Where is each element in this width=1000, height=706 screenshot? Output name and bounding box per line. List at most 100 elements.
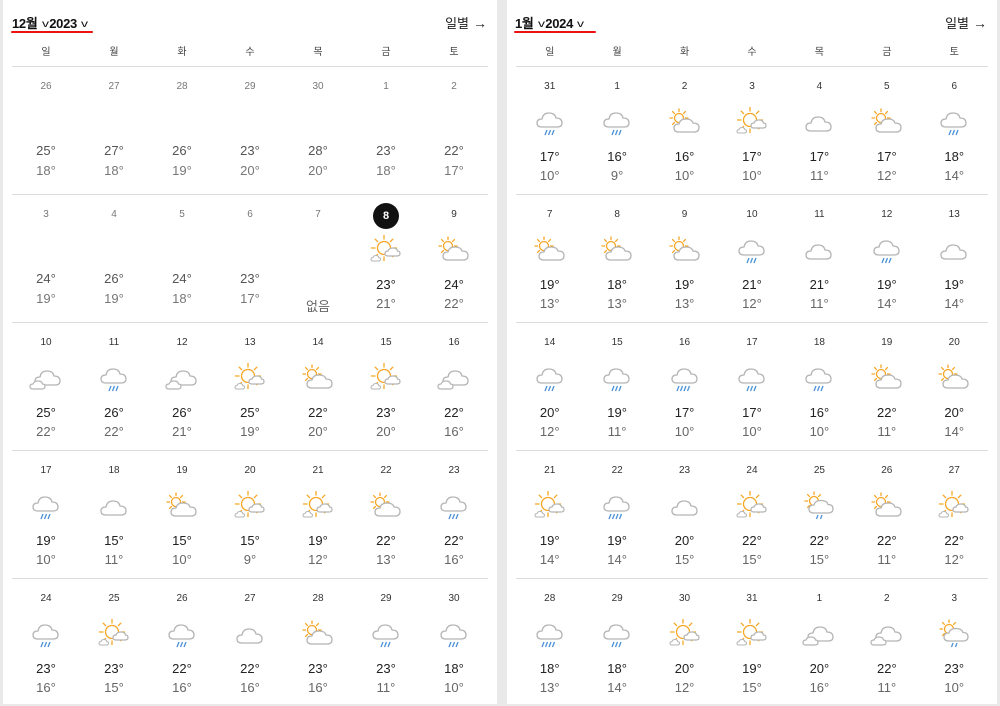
month-year-selector[interactable]: 12월 v2023 v xyxy=(12,13,89,32)
calendar-day-cell[interactable]: 20 15° 9° xyxy=(216,451,284,578)
calendar-day-cell[interactable]: 29 23° 20° xyxy=(216,67,284,194)
calendar-day-cell[interactable]: 4 17° 11° xyxy=(786,67,853,194)
calendar-day-cell[interactable]: 11 26° 22° xyxy=(80,323,148,450)
calendar-day-cell[interactable]: 5 17° 12° xyxy=(853,67,920,194)
calendar-day-cell[interactable]: 15 19° 11° xyxy=(583,323,650,450)
calendar-day-cell[interactable]: 26 22° 16° xyxy=(148,579,216,706)
calendar-day-cell[interactable]: 30 18° 10° xyxy=(420,579,488,706)
sun-behind-cloud-icon xyxy=(870,107,904,137)
calendar-day-cell[interactable]: 27 22° 12° xyxy=(921,451,988,578)
calendar-day-cell[interactable]: 29 23° 11° xyxy=(352,579,420,706)
calendar-day-cell[interactable]: 3 17° 10° xyxy=(718,67,785,194)
calendar-day-cell[interactable]: 31 19° 15° xyxy=(718,579,785,706)
calendar-day-cell[interactable]: 7 없음 xyxy=(284,195,352,322)
low-temp: 10° xyxy=(742,424,762,439)
low-temp: 22° xyxy=(444,296,464,311)
calendar-day-cell[interactable]: 4 26° 19° xyxy=(80,195,148,322)
calendar-day-cell[interactable]: 18 16° 10° xyxy=(786,323,853,450)
calendar-day-cell[interactable]: 28 23° 16° xyxy=(284,579,352,706)
calendar-day-cell[interactable]: 9 19° 13° xyxy=(651,195,718,322)
calendar-day-cell[interactable]: 21 19° 12° xyxy=(284,451,352,578)
calendar-day-cell[interactable]: 1 23° 18° xyxy=(352,67,420,194)
weekday-label: 금 xyxy=(381,47,391,58)
calendar-day-cell[interactable]: 7 19° 13° xyxy=(516,195,583,322)
calendar-day-cell[interactable]: 8 23° 21° xyxy=(352,195,420,322)
calendar-day-cell[interactable]: 30 28° 20° xyxy=(284,67,352,194)
calendar-day-cell[interactable]: 27 22° 16° xyxy=(216,579,284,706)
rain-icon xyxy=(437,491,471,521)
calendar-day-cell[interactable]: 24 22° 15° xyxy=(718,451,785,578)
day-number: 21 xyxy=(312,465,324,476)
day-number: 27 xyxy=(108,81,120,92)
rain-icon xyxy=(735,235,769,265)
low-temp: 21° xyxy=(376,296,396,311)
calendar-day-cell[interactable]: 22 19° 14° xyxy=(583,451,650,578)
calendar-day-cell[interactable]: 16 17° 10° xyxy=(651,323,718,450)
calendar-day-cell[interactable]: 8 18° 13° xyxy=(583,195,650,322)
calendar-week-row: 3 24° 19° 4 26° 19° 5 24° 18° 6 23° 17° 7 없음 8 23° 21° 9 2… xyxy=(12,195,488,323)
calendar-day-cell[interactable]: 24 23° 16° xyxy=(12,579,80,706)
sun-behind-cloud-icon xyxy=(668,235,702,265)
sun-cloud-icon xyxy=(369,235,403,265)
calendar-day-cell[interactable]: 6 18° 14° xyxy=(921,67,988,194)
calendar-day-cell[interactable]: 16 22° 16° xyxy=(420,323,488,450)
low-temp: 19° xyxy=(240,424,260,439)
calendar-day-cell[interactable]: 15 23° 20° xyxy=(352,323,420,450)
calendar-day-cell[interactable]: 22 22° 13° xyxy=(352,451,420,578)
low-temp: 19° xyxy=(172,163,192,178)
calendar-day-cell[interactable]: 26 25° 18° xyxy=(12,67,80,194)
daily-view-link[interactable]: 일별 → xyxy=(445,13,487,32)
month-year-selector[interactable]: 1월 v2024 v xyxy=(515,13,585,32)
calendar-day-cell[interactable]: 23 20° 15° xyxy=(651,451,718,578)
calendar-day-cell[interactable]: 28 18° 13° xyxy=(516,579,583,706)
calendar-day-cell[interactable]: 2 22° 17° xyxy=(420,67,488,194)
calendar-day-cell[interactable]: 25 22° 15° xyxy=(786,451,853,578)
high-temp: 25° xyxy=(36,143,56,158)
low-temp: 20° xyxy=(308,424,328,439)
low-temp: 13° xyxy=(539,680,560,695)
calendar-day-cell[interactable]: 14 20° 12° xyxy=(516,323,583,450)
calendar-day-cell[interactable]: 1 16° 9° xyxy=(583,67,650,194)
low-temp: 12° xyxy=(539,424,560,439)
calendar-day-cell[interactable]: 18 15° 11° xyxy=(80,451,148,578)
calendar-week-row: 14 20° 12° 15 19° 11° 16 17° 10° 17 17° 10° 18 16° 10°… xyxy=(516,323,988,451)
calendar-day-cell[interactable]: 6 23° 17° xyxy=(216,195,284,322)
calendar-day-cell[interactable]: 3 24° 19° xyxy=(12,195,80,322)
calendar-day-cell[interactable]: 12 26° 21° xyxy=(148,323,216,450)
calendar-day-cell[interactable]: 30 20° 12° xyxy=(651,579,718,706)
day-number: 20 xyxy=(244,465,256,476)
calendar-day-cell[interactable]: 14 22° 20° xyxy=(284,323,352,450)
calendar-day-cell[interactable]: 17 17° 10° xyxy=(718,323,785,450)
low-temp: 10° xyxy=(674,168,695,183)
calendar-day-cell[interactable]: 2 22° 11° xyxy=(853,579,920,706)
calendar-day-cell[interactable]: 10 25° 22° xyxy=(12,323,80,450)
calendar-day-cell[interactable]: 28 26° 19° xyxy=(148,67,216,194)
calendar-day-cell[interactable]: 11 21° 11° xyxy=(786,195,853,322)
calendar-day-cell[interactable]: 10 21° 12° xyxy=(718,195,785,322)
low-temp: 20° xyxy=(376,424,396,439)
cloud-icon xyxy=(668,491,702,521)
heavy-rain-icon xyxy=(668,363,702,393)
calendar-day-cell[interactable]: 20 20° 14° xyxy=(921,323,988,450)
calendar-day-cell[interactable]: 5 24° 18° xyxy=(148,195,216,322)
calendar-day-cell[interactable]: 25 23° 15° xyxy=(80,579,148,706)
calendar-day-cell[interactable]: 26 22° 11° xyxy=(853,451,920,578)
calendar-day-cell[interactable]: 17 19° 10° xyxy=(12,451,80,578)
calendar-day-cell[interactable]: 13 25° 19° xyxy=(216,323,284,450)
rain-icon xyxy=(437,619,471,649)
calendar-day-cell[interactable]: 3 23° 10° xyxy=(921,579,988,706)
daily-view-link[interactable]: 일별 → xyxy=(945,13,987,32)
calendar-day-cell[interactable]: 9 24° 22° xyxy=(420,195,488,322)
calendar-day-cell[interactable]: 19 22° 11° xyxy=(853,323,920,450)
calendar-day-cell[interactable]: 2 16° 10° xyxy=(651,67,718,194)
calendar-day-cell[interactable]: 1 20° 16° xyxy=(786,579,853,706)
calendar-day-cell[interactable]: 19 15° 10° xyxy=(148,451,216,578)
calendar-day-cell[interactable]: 29 18° 14° xyxy=(583,579,650,706)
calendar-day-cell[interactable]: 23 22° 16° xyxy=(420,451,488,578)
calendar-day-cell[interactable]: 12 19° 14° xyxy=(853,195,920,322)
calendar-day-cell[interactable]: 27 27° 18° xyxy=(80,67,148,194)
high-temp: 17° xyxy=(742,149,762,164)
calendar-day-cell[interactable]: 13 19° 14° xyxy=(921,195,988,322)
calendar-day-cell[interactable]: 21 19° 14° xyxy=(516,451,583,578)
calendar-day-cell[interactable]: 31 17° 10° xyxy=(516,67,583,194)
